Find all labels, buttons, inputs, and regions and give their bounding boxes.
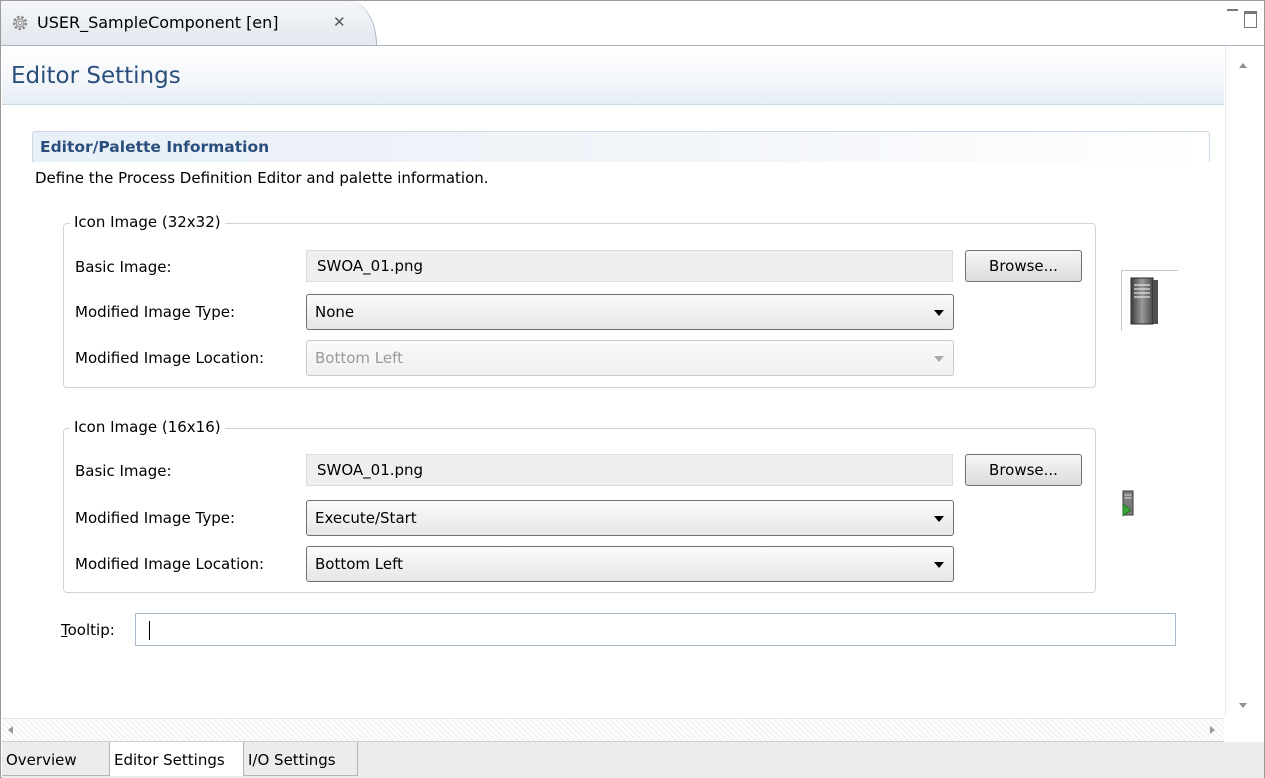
modified-type-32-value: None (315, 303, 355, 321)
chevron-down-icon (934, 562, 944, 568)
modified-type-16-select[interactable]: Execute/Start (306, 500, 954, 536)
editor-tab-strip: USER_SampleComponent [en] ✕ (1, 1, 1264, 46)
browse-32-button[interactable]: Browse... (965, 250, 1082, 282)
editor-window: USER_SampleComponent [en] ✕ Editor Setti… (0, 0, 1265, 778)
modified-type-16-label: Modified Image Type: (75, 509, 236, 527)
tab-editor-settings[interactable]: Editor Settings (109, 742, 244, 776)
horizontal-scrollbar[interactable] (2, 718, 1224, 742)
basic-image-16-label: Basic Image: (75, 462, 172, 480)
modified-location-16-label: Modified Image Location: (75, 555, 265, 573)
server-run-icon (1122, 490, 1134, 517)
icon-image-16-legend: Icon Image (16x16) (70, 418, 225, 436)
basic-image-32-label: Basic Image: (75, 258, 172, 276)
page-title: Editor Settings (11, 63, 181, 89)
chevron-down-icon (934, 516, 944, 522)
chevron-down-icon (934, 310, 944, 316)
icon-preview-32 (1121, 270, 1178, 331)
close-icon[interactable]: ✕ (333, 13, 346, 31)
modified-location-16-value: Bottom Left (315, 555, 404, 573)
basic-image-32-field[interactable]: SWOA_01.png (306, 250, 953, 282)
basic-image-16-field[interactable]: SWOA_01.png (306, 454, 953, 486)
scroll-left-icon[interactable] (8, 726, 13, 734)
tooltip-input[interactable] (135, 613, 1176, 646)
tooltip-label: Tooltip: (61, 621, 115, 639)
bottom-tab-bar: Overview Editor Settings I/O Settings (2, 742, 1264, 778)
tab-io-settings[interactable]: I/O Settings (244, 742, 358, 776)
icon-preview-16 (1121, 490, 1137, 520)
chevron-down-icon (934, 356, 944, 362)
modified-location-32-value: Bottom Left (315, 349, 404, 367)
text-caret (149, 621, 150, 640)
minimize-icon[interactable] (1227, 9, 1238, 17)
form-header (2, 46, 1224, 105)
modified-type-32-select[interactable]: None (306, 294, 954, 330)
modified-type-32-label: Modified Image Type: (75, 303, 236, 321)
maximize-icon[interactable] (1244, 11, 1257, 28)
modified-location-32-label: Modified Image Location: (75, 349, 265, 367)
editor-tab[interactable]: USER_SampleComponent [en] ✕ (1, 1, 377, 45)
scroll-up-icon[interactable] (1239, 63, 1247, 68)
section-title: Editor/Palette Information (40, 138, 270, 156)
editor-tab-title: USER_SampleComponent [en] (37, 13, 279, 32)
modified-type-16-value: Execute/Start (315, 509, 417, 527)
scroll-right-icon[interactable] (1210, 726, 1215, 734)
modified-location-16-select[interactable]: Bottom Left (306, 546, 954, 582)
server-icon (1130, 277, 1158, 325)
gear-icon (12, 15, 28, 31)
browse-16-button[interactable]: Browse... (965, 454, 1082, 486)
vertical-scrollbar[interactable] (1225, 46, 1264, 716)
modified-location-32-select: Bottom Left (306, 340, 954, 376)
tab-overview[interactable]: Overview (2, 742, 110, 776)
scroll-down-icon[interactable] (1239, 703, 1247, 708)
section-description: Define the Process Definition Editor and… (35, 169, 489, 187)
icon-image-32-legend: Icon Image (32x32) (70, 213, 225, 231)
